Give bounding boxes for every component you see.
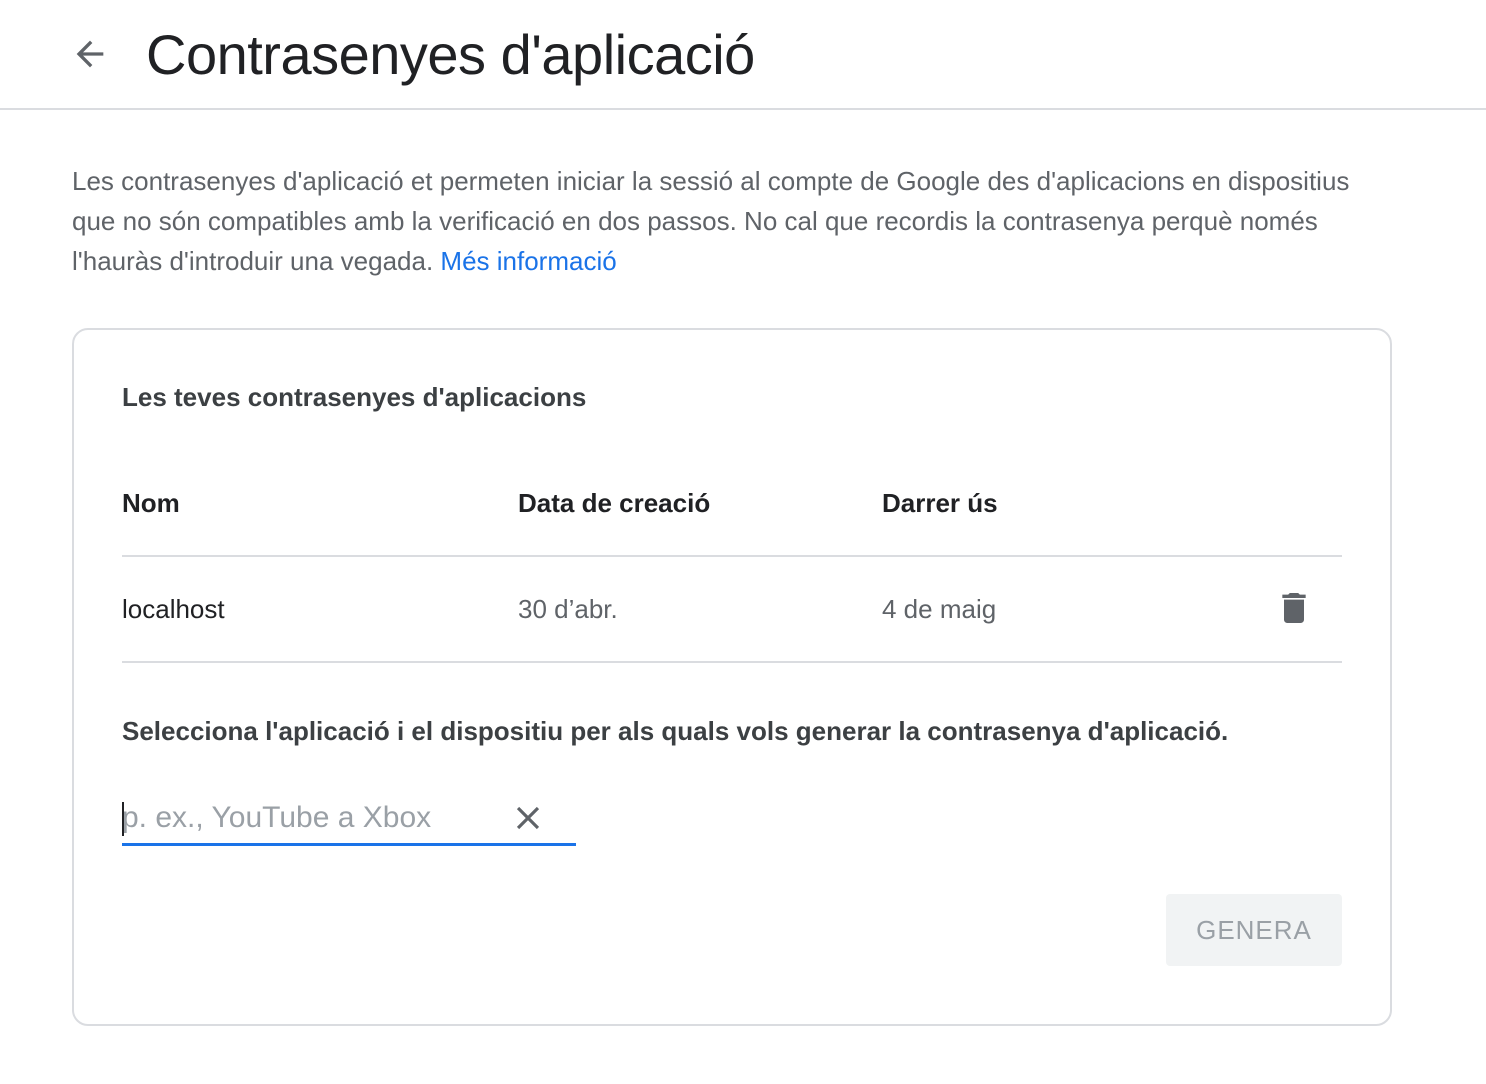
app-passwords-card: Les teves contrasenyes d'aplicacions Nom… — [72, 328, 1392, 1026]
column-header-created: Data de creació — [518, 488, 711, 518]
app-name-input[interactable] — [122, 794, 502, 842]
card-title: Les teves contrasenyes d'aplicacions — [122, 382, 587, 412]
page-title: Contrasenyes d'aplicació — [146, 23, 755, 86]
delete-button[interactable] — [1274, 588, 1314, 632]
arrow-back-icon — [70, 34, 110, 79]
app-name-field — [122, 794, 576, 846]
table-divider — [122, 555, 1342, 557]
table-divider — [122, 661, 1342, 663]
learn-more-link[interactable]: Més informació — [440, 246, 616, 276]
row-created-date: 30 d’abr. — [518, 594, 618, 624]
row-app-name: localhost — [122, 594, 225, 624]
clear-input-button[interactable] — [506, 798, 550, 842]
column-header-last-used: Darrer ús — [882, 488, 998, 518]
generate-button[interactable]: GENERA — [1166, 894, 1342, 966]
page-header: Contrasenyes d'aplicació — [0, 0, 1486, 110]
text-caret — [122, 802, 124, 836]
close-icon — [509, 799, 547, 842]
column-header-name: Nom — [122, 488, 180, 518]
row-last-used: 4 de maig — [882, 594, 997, 624]
intro-text: Les contrasenyes d'aplicació et permeten… — [72, 166, 1350, 276]
trash-icon — [1274, 588, 1314, 633]
select-app-prompt: Selecciona l'aplicació i el dispositiu p… — [122, 716, 1229, 746]
intro-description: Les contrasenyes d'aplicació et permeten… — [72, 161, 1372, 281]
back-button[interactable] — [62, 30, 118, 82]
